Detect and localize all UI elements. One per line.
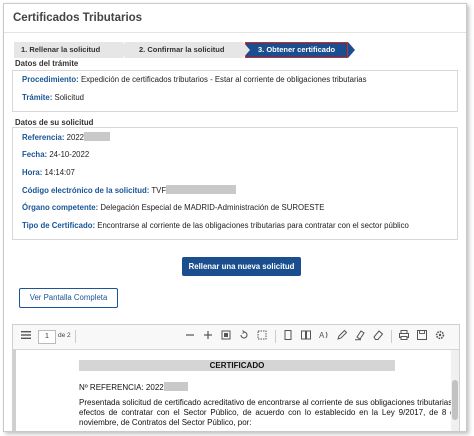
section-datos-tramite: Datos del trámite <box>15 59 79 68</box>
app-window: Certificados Tributarios 1. Rellenar la … <box>3 3 467 432</box>
step-obtener-certificado: 3. Obtener certificado <box>245 42 355 58</box>
certificate-title: CERTIFICADO <box>79 360 395 371</box>
tramite-value: Solicitud <box>54 93 84 102</box>
referencia-label: Referencia: <box>22 133 65 142</box>
redaction-bar <box>163 382 188 391</box>
solicitud-box: Referencia: 2022 Fecha: 24-10-2022 Hora:… <box>12 127 458 240</box>
referencia-value: 2022 <box>66 133 84 142</box>
organo-label: Órgano competente: <box>22 203 99 212</box>
tipo-label: Tipo de Certificado: <box>22 221 96 230</box>
page-title: Certificados Tributarios <box>13 12 143 24</box>
single-page-icon[interactable] <box>281 329 295 343</box>
eraser-icon[interactable] <box>371 329 385 343</box>
procedimiento-label: Procedimiento: <box>22 75 79 84</box>
save-icon[interactable] <box>415 329 429 343</box>
hora-label: Hora: <box>22 168 43 177</box>
sidebar-toggle-icon[interactable] <box>19 329 33 343</box>
full-screen-button[interactable]: Ver Pantalla Completa <box>19 288 118 308</box>
step-rellenar: 1. Rellenar la solicitud <box>14 42 130 58</box>
rotate-icon[interactable] <box>237 329 251 343</box>
organo-value: Delegación Especial de MADRID-Administra… <box>100 203 325 212</box>
tramite-box: Procedimiento: Expedición de certificado… <box>12 70 458 112</box>
zoom-out-icon[interactable] <box>183 329 197 343</box>
organo-row: Órgano competente: Delegación Especial d… <box>22 203 324 212</box>
fecha-row: Fecha: 24-10-2022 <box>22 150 89 159</box>
redaction-bar <box>166 185 237 194</box>
step-confirmar: 2. Confirmar la solicitud <box>125 42 250 58</box>
pdf-viewer: 1 de 2 A CERTIFICADO Nº REFERENCIA: 2022… <box>12 324 460 431</box>
print-icon[interactable] <box>397 329 411 343</box>
tipo-value: Encontrarse al corriente de las obligaci… <box>97 221 409 230</box>
fecha-label: Fecha: <box>22 150 48 159</box>
tramite-label: Trámite: <box>22 93 53 102</box>
fit-page-icon[interactable] <box>219 329 233 343</box>
toolbar-divider <box>75 330 76 343</box>
codigo-value: TVF <box>151 186 167 195</box>
tipo-row: Tipo de Certificado: Encontrarse al corr… <box>22 221 409 230</box>
certificate-paragraph: Presentada solicitud de certificado acre… <box>79 398 459 427</box>
referencia-row: Referencia: 2022 <box>22 132 110 142</box>
progress-steps: 1. Rellenar la solicitud 2. Confirmar la… <box>14 42 355 58</box>
hora-value: 14:14:07 <box>44 168 75 177</box>
toolbar-divider <box>275 330 276 343</box>
hora-row: Hora: 14:14:07 <box>22 168 75 177</box>
pdf-scrollbar[interactable] <box>451 350 459 431</box>
certificate-reference: Nº REFERENCIA: 2022 <box>79 382 188 392</box>
new-request-button[interactable]: Rellenar una nueva solicitud <box>182 257 301 276</box>
read-aloud-icon[interactable]: A <box>317 329 331 343</box>
codigo-label: Código electrónico de la solicitud: <box>22 186 150 195</box>
svg-text:A: A <box>319 331 325 340</box>
codigo-row: Código electrónico de la solicitud: TVF <box>22 185 237 195</box>
zoom-in-icon[interactable] <box>201 329 215 343</box>
procedimiento-value: Expedición de certificados tributarios -… <box>80 75 367 84</box>
certificate-reference-text: Nº REFERENCIA: 2022 <box>79 383 164 392</box>
page-number-input[interactable]: 1 <box>38 330 56 344</box>
fecha-value: 24-10-2022 <box>49 150 90 159</box>
title-divider <box>4 32 466 33</box>
tramite-row: Trámite: Solicitud <box>22 93 84 102</box>
procedimiento-row: Procedimiento: Expedición de certificado… <box>22 75 367 84</box>
toolbar-divider <box>391 330 392 343</box>
page-total: de 2 <box>58 332 71 339</box>
pdf-toolbar: 1 de 2 A <box>13 325 459 350</box>
two-page-icon[interactable] <box>299 329 313 343</box>
section-datos-solicitud: Datos de su solicitud <box>15 118 94 127</box>
pdf-scroll-thumb[interactable] <box>452 380 458 420</box>
highlight-icon[interactable] <box>353 329 367 343</box>
select-tool-icon[interactable] <box>255 329 269 343</box>
draw-icon[interactable] <box>335 329 349 343</box>
settings-gear-icon[interactable] <box>433 329 447 343</box>
pdf-page: CERTIFICADO Nº REFERENCIA: 2022 Presenta… <box>13 350 459 431</box>
redaction-bar <box>84 132 110 141</box>
